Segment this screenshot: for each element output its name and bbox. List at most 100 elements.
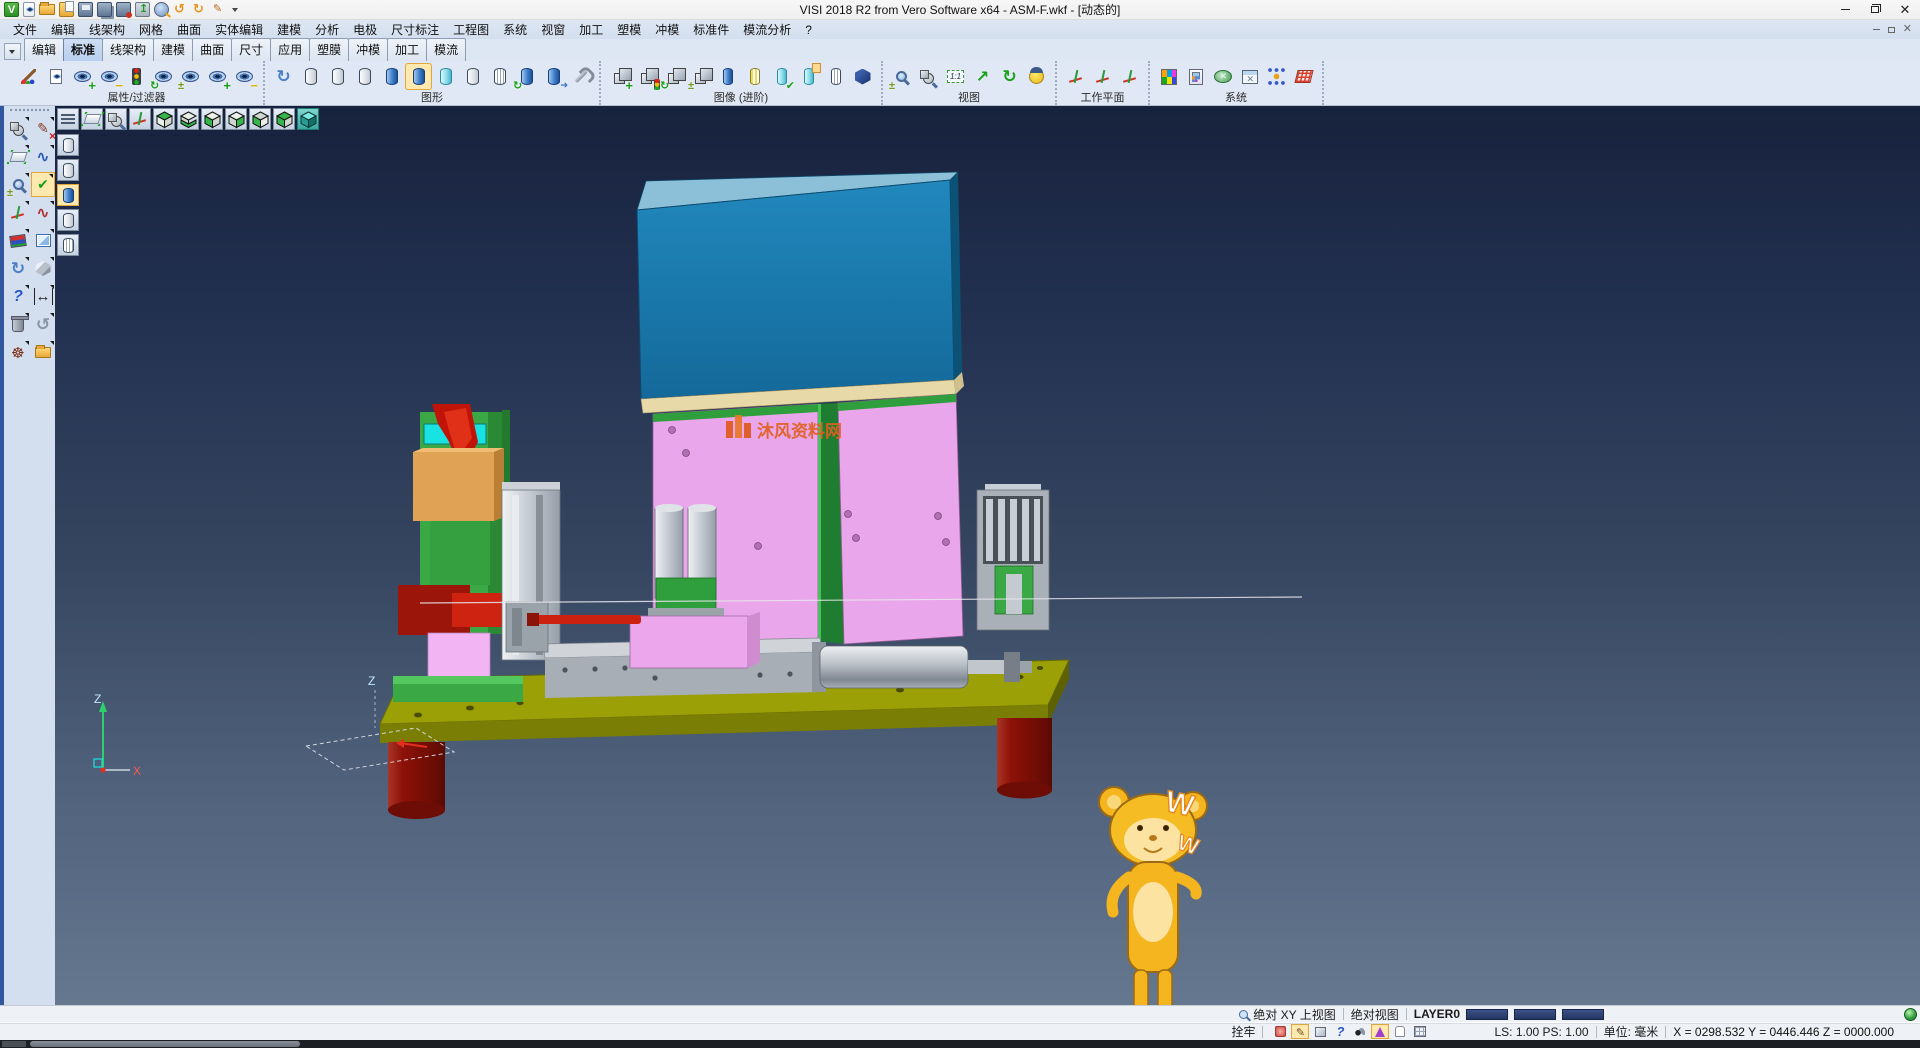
mdi-minimize-icon[interactable] [1873,29,1880,31]
filter-traffic-light-icon[interactable] [123,63,150,90]
plot-export-icon[interactable] [135,2,150,17]
shade-export-icon[interactable] [540,63,567,90]
workplane-entity-icon[interactable] [1089,63,1116,90]
workplane-axis-icon[interactable] [6,200,30,225]
attribute-view-icon[interactable] [42,63,69,90]
tab-standard[interactable]: 标准 [63,38,103,61]
render-wireframe-icon[interactable] [57,134,79,156]
cube-back-view-icon[interactable] [273,108,295,130]
window-settings-icon[interactable] [1236,63,1263,90]
tab-application[interactable]: 应用 [270,38,310,61]
navigation-wheel-icon[interactable] [6,340,30,365]
save-icon[interactable] [78,2,93,17]
undo-grey-icon[interactable] [31,312,55,337]
tab-machining[interactable]: 加工 [387,38,427,61]
menu-standard-parts[interactable]: 标准件 [686,21,736,38]
new-file-icon[interactable] [23,2,35,17]
edit-hand-icon[interactable] [1291,1024,1309,1039]
tab-mould[interactable]: 塑膜 [309,38,349,61]
measure-distance-icon[interactable] [31,284,55,309]
mdi-restore-icon[interactable] [1888,27,1895,33]
zoom-inout-icon[interactable] [888,63,915,90]
refresh-visibility-icon[interactable] [150,63,177,90]
layer-color-bar-3[interactable] [1562,1009,1604,1020]
advanced-plusminus-icon[interactable] [687,63,714,90]
tab-flow[interactable]: 模流 [426,38,466,61]
toggle-visibility-icon[interactable] [177,63,204,90]
curve-edit-icon[interactable] [31,200,55,225]
dynamic-shade-icon[interactable] [513,63,540,90]
tab-progress[interactable]: 冲模 [348,38,388,61]
undo-icon[interactable] [173,2,188,17]
help-query-icon[interactable] [6,284,30,309]
mesh-mode-icon[interactable] [486,63,513,90]
menu-edit[interactable]: 编辑 [44,21,82,38]
fly-capture-icon[interactable] [1351,1024,1369,1039]
calculator-icon[interactable] [1182,63,1209,90]
advanced-striped-icon[interactable] [741,63,768,90]
grid-toggle-icon[interactable] [1411,1024,1429,1039]
viewport-zoom-all-icon[interactable] [105,108,127,130]
mdi-close-icon[interactable]: ✕ [1903,24,1912,35]
model-right-tower[interactable] [977,484,1049,630]
shaded-edges-mode-icon[interactable] [405,63,432,90]
menu-surface[interactable]: 曲面 [170,21,208,38]
viewport-3d[interactable]: Z X Z 沐风资料网 [55,106,1920,1005]
advanced-mesh-icon[interactable] [822,63,849,90]
tab-wireframe[interactable]: 线架构 [102,38,154,61]
menu-solid-edit[interactable]: 实体编辑 [208,21,270,38]
tab-dimension[interactable]: 尺寸 [231,38,271,61]
render-hidden-icon[interactable] [57,159,79,181]
menu-dimension[interactable]: 尺寸标注 [384,21,446,38]
show-add-icon[interactable] [69,63,96,90]
menu-progress[interactable]: 冲模 [648,21,686,38]
ribbon-dropdown-icon[interactable] [4,43,21,60]
status-layer[interactable]: LAYER0 [1414,1007,1460,1021]
open-project-icon[interactable] [31,340,55,365]
model-leg-right[interactable] [997,718,1052,799]
menu-file[interactable]: 文件 [6,21,44,38]
cube-left-view-icon[interactable] [201,108,223,130]
open-document-icon[interactable] [59,2,74,17]
close-button[interactable]: ✕ [1890,0,1920,19]
open-folder-icon[interactable] [39,4,55,15]
zoom-plusminus-icon[interactable] [6,172,30,197]
attribute-brush-icon[interactable] [15,63,42,90]
menu-system[interactable]: 系统 [496,21,534,38]
render-flat-icon[interactable] [57,209,79,231]
bounding-box-icon[interactable] [1311,1024,1329,1039]
advanced-validate-icon[interactable] [768,63,795,90]
cube-front-view-icon[interactable] [249,108,271,130]
hide-remove-icon[interactable] [96,63,123,90]
workplane-xyz-icon[interactable] [1062,63,1089,90]
selection-plane-icon[interactable] [6,144,30,169]
cone-snap-icon[interactable] [1371,1024,1389,1039]
zoom-all-icon[interactable] [915,63,942,90]
shading-refresh-icon[interactable] [270,63,297,90]
color-table-icon[interactable] [1155,63,1182,90]
spline-edit-icon[interactable] [31,144,55,169]
layer-color-bar-2[interactable] [1514,1009,1556,1020]
scene-canvas[interactable]: Z X Z 沐风资料网 [55,106,1920,1005]
menu-drawing[interactable]: 工程图 [446,21,496,38]
workplane-view-icon[interactable] [1116,63,1143,90]
zoom-window-icon[interactable] [942,63,969,90]
menu-mesh[interactable]: 网格 [132,21,170,38]
menu-modeling[interactable]: 建模 [270,21,308,38]
restore-button[interactable] [1860,0,1890,19]
advanced-note-icon[interactable] [795,63,822,90]
glove-select-icon[interactable] [1391,1024,1409,1039]
view-plane-icon[interactable] [81,108,103,130]
flat-mode-icon[interactable] [459,63,486,90]
system-settings-icon[interactable] [1209,63,1236,90]
status-view-absolute[interactable]: 绝对视图 [1351,1006,1399,1023]
snap-lock-red-icon[interactable] [1271,1024,1289,1039]
advanced-refresh-icon[interactable] [660,63,687,90]
model-leg-left[interactable] [388,742,445,819]
rotate-view-icon[interactable] [996,63,1023,90]
toolbar-options-caret-icon[interactable] [230,2,240,17]
advanced-solid-cube-icon[interactable] [849,63,876,90]
zoom-filter-icon[interactable] [6,116,30,141]
redo-icon[interactable] [192,2,207,17]
menu-help[interactable]: ? [798,23,819,37]
